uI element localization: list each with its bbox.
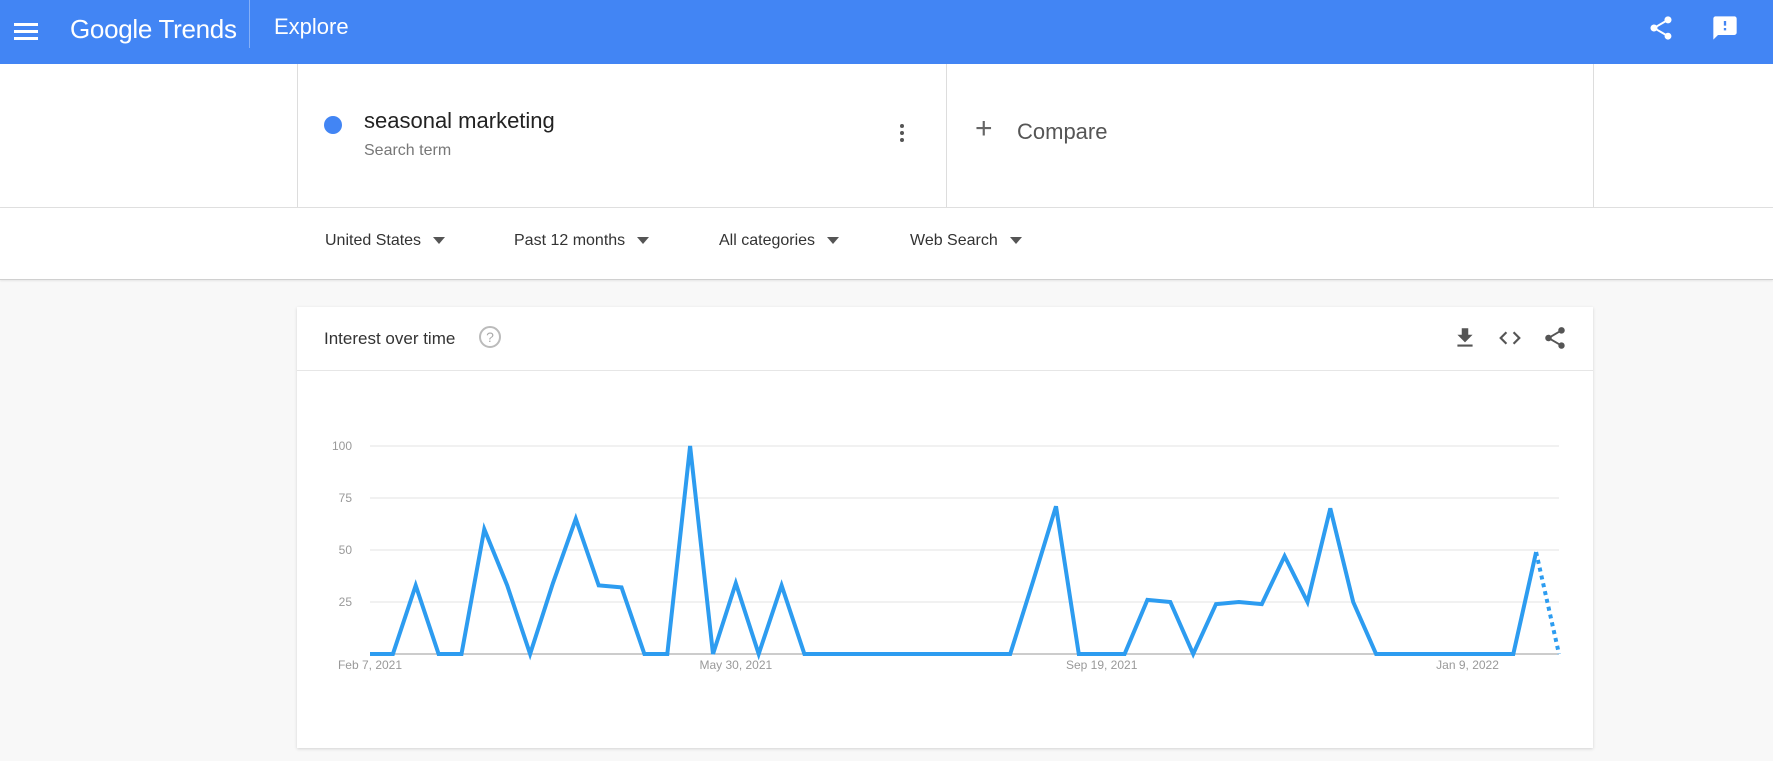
download-icon[interactable]	[1452, 325, 1478, 351]
search-term-card[interactable]: seasonal marketing Search term	[297, 64, 947, 207]
series-line-partial	[1534, 551, 1561, 655]
embed-icon[interactable]	[1497, 325, 1523, 351]
brand-divider	[249, 0, 250, 48]
compare-label: Compare	[1017, 119, 1108, 144]
card-header: Interest over time ?	[297, 307, 1593, 371]
compare-button[interactable]: + Compare	[945, 64, 1594, 207]
x-tick-label: Feb 7, 2021	[338, 658, 402, 672]
region-label: United States	[325, 232, 422, 249]
category-label: All categories	[719, 232, 816, 249]
feedback-icon[interactable]	[1711, 14, 1739, 42]
help-icon[interactable]: ?	[479, 326, 501, 348]
x-tick-label: Jan 9, 2022	[1436, 658, 1499, 672]
y-tick-label: 100	[332, 439, 352, 453]
interest-over-time-card: Interest over time ? 25 50 75 100 Feb 7, 202…	[297, 307, 1593, 748]
brand-logo[interactable]: Google Trends	[70, 14, 237, 44]
caret-down-icon	[1009, 237, 1022, 245]
y-tick-label: 75	[339, 491, 353, 505]
page-title: Explore	[274, 14, 349, 39]
plus-icon: +	[975, 112, 993, 145]
card-share-icon[interactable]	[1542, 325, 1568, 351]
caret-down-icon	[433, 237, 446, 245]
series-color-dot	[324, 116, 342, 134]
search-term-name[interactable]: seasonal marketing	[364, 108, 555, 134]
y-tick-label: 25	[339, 595, 353, 609]
region-dropdown[interactable]: United States	[325, 232, 446, 250]
card-title: Interest over time	[324, 329, 456, 348]
caret-down-icon	[637, 237, 650, 245]
menu-icon[interactable]	[14, 20, 38, 42]
share-icon[interactable]	[1647, 14, 1675, 42]
x-tick-label: Sep 19, 2021	[1066, 658, 1138, 672]
caret-down-icon	[827, 237, 840, 245]
y-tick-label: 50	[339, 543, 353, 557]
category-dropdown[interactable]: All categories	[719, 232, 840, 250]
x-tick-label: May 30, 2021	[699, 658, 772, 672]
app-bar: Google Trends Explore	[0, 0, 1773, 64]
time-range-label: Past 12 months	[514, 232, 626, 249]
search-term-row: seasonal marketing Search term + Compare	[0, 64, 1773, 208]
time-range-dropdown[interactable]: Past 12 months	[514, 232, 650, 250]
filter-bar: United States Past 12 months All categor…	[0, 208, 1773, 280]
search-property-dropdown[interactable]: Web Search	[910, 232, 1022, 250]
search-term-type: Search term	[364, 142, 452, 159]
more-options-icon[interactable]	[898, 124, 906, 146]
search-property-label: Web Search	[910, 232, 998, 249]
interest-chart: 25 50 75 100 Feb 7, 2021 May 30, 2021 Sep 19, …	[332, 439, 1561, 672]
